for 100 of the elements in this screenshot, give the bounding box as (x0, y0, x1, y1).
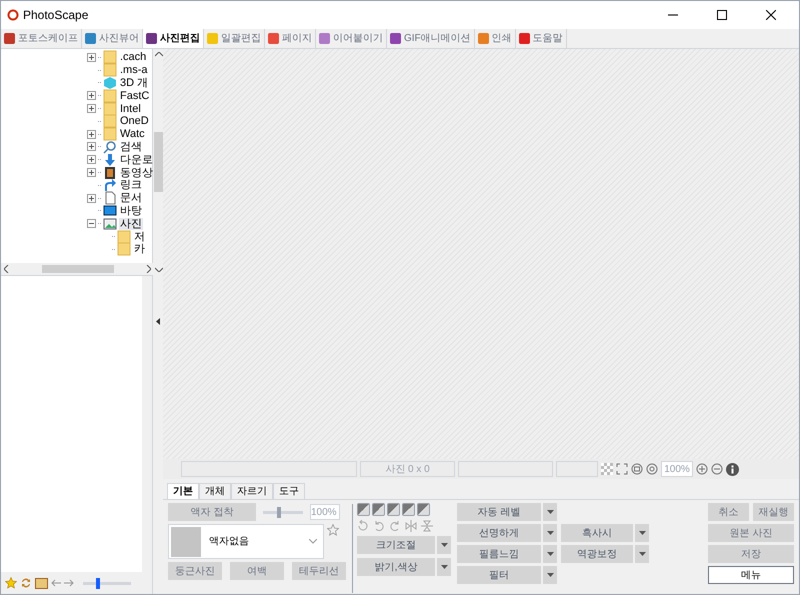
frame-option-button[interactable]: 여백 (230, 562, 284, 580)
tree-item[interactable]: 3D 개 (119, 76, 150, 89)
film-icon (103, 166, 117, 180)
star-outline-icon[interactable] (327, 524, 339, 536)
frame-option-button[interactable]: 테두리선 (292, 562, 346, 580)
tone-icon[interactable] (372, 503, 385, 516)
frame-make-button[interactable]: 액자 접착 (168, 503, 256, 521)
dropdown-arrow-button[interactable] (635, 524, 649, 542)
tone-icon[interactable] (402, 503, 415, 516)
dropdown-button[interactable]: 역광보정 (561, 545, 633, 563)
expand-icon[interactable] (87, 168, 96, 178)
slider-thumb[interactable] (96, 578, 100, 588)
tree-item[interactable]: 링크 (119, 179, 143, 192)
zoom-field[interactable]: 100% (661, 461, 693, 477)
back-arrow-icon[interactable] (51, 579, 61, 587)
tab[interactable]: 인쇄 (474, 29, 516, 48)
dropdown-arrow-button[interactable] (543, 524, 557, 542)
zoom-actual-icon[interactable] (646, 463, 658, 475)
tab[interactable]: 일괄편집 (204, 29, 265, 48)
scale-slider-thumb[interactable] (277, 506, 282, 518)
dropdown-button[interactable]: 선명하게 (457, 524, 541, 542)
dropdown-button[interactable]: 밝기,색상 (357, 558, 435, 576)
scrollbar-thumb[interactable] (154, 132, 163, 192)
tab[interactable]: 이어붙이기 (316, 29, 387, 48)
collapse-icon[interactable] (87, 219, 96, 228)
expand-icon[interactable] (87, 52, 96, 62)
tone-icon[interactable] (387, 503, 400, 516)
dropdown-button[interactable]: 흑사시 (561, 524, 633, 542)
dropdown-arrow-button[interactable] (543, 566, 557, 584)
zoom-in-icon[interactable] (696, 463, 708, 475)
save-button[interactable]: 저장 (708, 545, 794, 563)
star-icon[interactable] (5, 577, 17, 589)
dropdown-arrow-button[interactable] (635, 545, 649, 563)
tree-item[interactable]: 바탕 (119, 204, 143, 217)
tab[interactable]: 페이지 (265, 29, 316, 48)
menu-button[interactable]: 메뉴 (708, 566, 794, 584)
dropdown-button[interactable]: 크기조절 (357, 536, 435, 554)
scale-slider-track[interactable] (263, 506, 303, 518)
folder-icon[interactable] (35, 578, 48, 588)
tree-item[interactable]: 카 (133, 243, 146, 256)
scrollbar-thumb[interactable] (42, 265, 114, 273)
expand-icon[interactable] (87, 155, 96, 164)
expand-icon[interactable] (87, 142, 96, 152)
zoom-fit-icon[interactable] (631, 463, 643, 475)
close-icon[interactable] (766, 10, 776, 20)
tab[interactable]: 사진편집 (143, 29, 204, 48)
expand-icon[interactable] (87, 91, 96, 100)
tab[interactable]: 포토스케이프 (1, 29, 82, 48)
dropdown-arrow-button[interactable] (437, 536, 451, 554)
maximize-icon[interactable] (716, 10, 726, 20)
slider-track[interactable] (83, 578, 131, 588)
tab-label: GIF애니메이션 (404, 32, 471, 46)
tab[interactable]: 자르기 (231, 483, 273, 499)
expand-icon[interactable] (87, 194, 96, 203)
scroll-up-icon[interactable] (154, 52, 162, 57)
tree-item[interactable]: Intel (119, 102, 142, 115)
tree-item[interactable]: FastC (119, 90, 150, 102)
tab[interactable]: 도구 (273, 483, 305, 499)
dropdown-arrow-button[interactable] (543, 503, 557, 521)
tree-item[interactable]: 동영상 (119, 166, 154, 179)
collapse-arrow-icon[interactable] (156, 318, 160, 325)
tone-icon[interactable] (417, 503, 430, 516)
expand-icon[interactable] (87, 104, 96, 114)
scroll-right-icon[interactable] (146, 265, 151, 273)
tree-item[interactable]: OneD (119, 115, 150, 128)
tree-item[interactable]: 저 (133, 230, 146, 243)
frame-select[interactable]: 액자없음 (168, 524, 324, 559)
tab[interactable]: 기본 (167, 483, 199, 499)
dropdown-button[interactable]: 필름느낌 (457, 545, 541, 563)
tree-item[interactable]: Watc (119, 128, 146, 140)
tab[interactable]: GIF애니메이션 (387, 29, 475, 48)
checker-icon[interactable] (601, 463, 613, 475)
tree-item[interactable]: 다운로 (119, 154, 154, 166)
percent-field[interactable]: 100% (310, 504, 340, 520)
frame-option-button[interactable]: 둥근사진 (168, 562, 222, 580)
refresh-icon[interactable] (20, 577, 32, 589)
fit-screen-icon[interactable] (616, 463, 628, 475)
tree-item[interactable]: .ms-a (119, 64, 148, 76)
forward-arrow-icon[interactable] (64, 579, 74, 587)
tree-item[interactable]: 사진 (119, 218, 143, 230)
zoom-out-icon[interactable] (711, 463, 723, 475)
dropdown-arrow-button[interactable] (543, 545, 557, 563)
undo-button[interactable]: 취소 (708, 503, 749, 521)
original-photo-button[interactable]: 원본 사진 (708, 524, 794, 542)
dropdown-arrow-button[interactable] (437, 558, 451, 576)
tone-icon[interactable] (357, 503, 370, 516)
tab[interactable]: 개체 (199, 483, 231, 499)
tree-item[interactable]: 문서 (119, 192, 143, 204)
scroll-left-icon[interactable] (4, 265, 9, 273)
dropdown-button[interactable]: 필터 (457, 566, 541, 584)
tree-item[interactable]: 검색 (119, 140, 143, 153)
redo-button[interactable]: 재실행 (753, 503, 794, 521)
dropdown-button[interactable]: 자동 레벨 (457, 503, 541, 521)
scroll-down-icon[interactable] (154, 267, 162, 272)
cube-icon (103, 76, 117, 90)
expand-icon[interactable] (87, 130, 96, 139)
tree-item[interactable]: .cach (119, 51, 148, 64)
info-icon[interactable] (726, 462, 739, 476)
tab[interactable]: 도움말 (516, 29, 567, 48)
caret-icon (546, 510, 554, 514)
